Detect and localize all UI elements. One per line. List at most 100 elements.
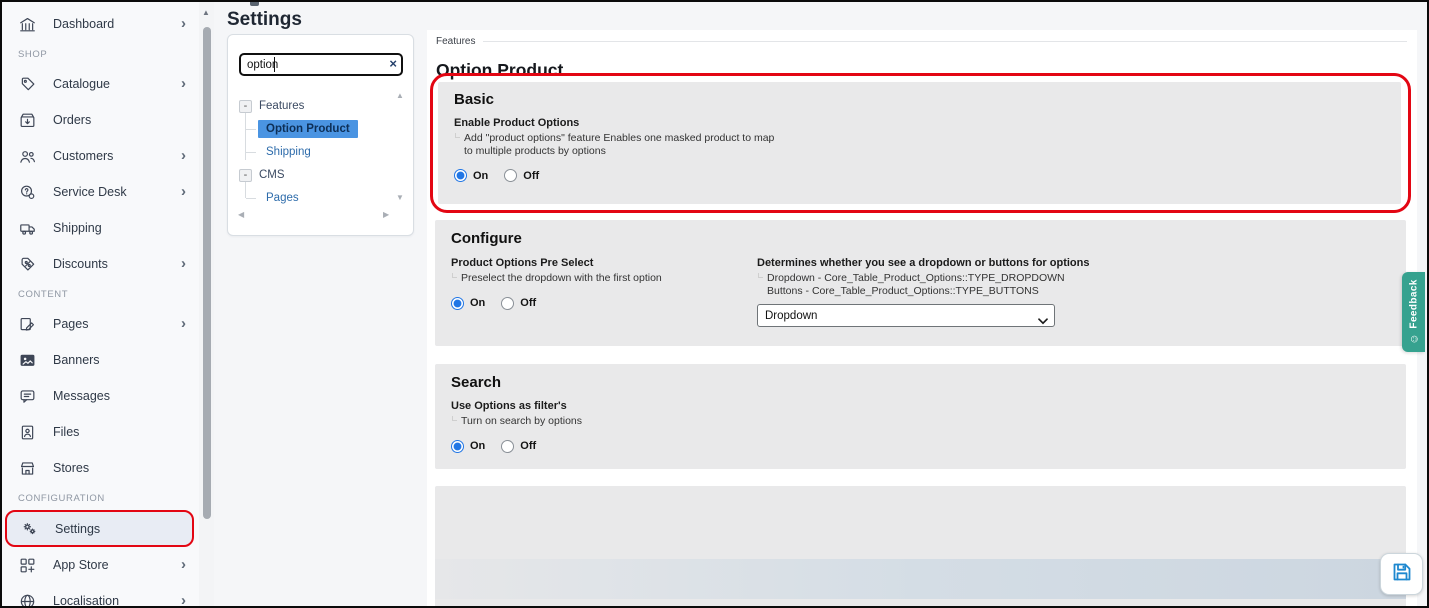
app-store-icon bbox=[18, 556, 37, 575]
tree-scroll-left-icon[interactable]: ◀ bbox=[238, 210, 244, 219]
settings-icon bbox=[20, 519, 39, 538]
localisation-icon bbox=[18, 592, 37, 608]
divider-line bbox=[483, 41, 1407, 42]
indent-tick bbox=[758, 273, 763, 278]
service-desk-icon bbox=[18, 183, 37, 202]
messages-icon bbox=[18, 387, 37, 406]
tree-scroll-up-icon[interactable]: ▲ bbox=[396, 91, 404, 100]
tree-item-cms[interactable]: -CMS bbox=[239, 165, 285, 185]
pages-icon bbox=[18, 315, 37, 334]
catalogue-icon bbox=[18, 75, 37, 94]
sidebar-item-label: Stores bbox=[53, 461, 89, 475]
tree-leaf-label[interactable]: Shipping bbox=[258, 143, 319, 161]
scroll-up-icon[interactable]: ▲ bbox=[202, 8, 210, 17]
sidebar-item-shipping[interactable]: Shipping bbox=[2, 210, 199, 246]
search-section-title: Search bbox=[451, 374, 1390, 391]
description-line: Preselect the dropdown with the first op… bbox=[461, 272, 757, 285]
page-title: Settings bbox=[227, 9, 302, 31]
sidebar-item-label: Banners bbox=[53, 353, 100, 367]
sidebar-item-label: Messages bbox=[53, 389, 110, 403]
stores-icon bbox=[18, 459, 37, 478]
tree-item-shipping[interactable]: Shipping bbox=[258, 142, 319, 162]
tree-group-label[interactable]: Features bbox=[259, 100, 304, 112]
collapse-icon[interactable]: - bbox=[239, 169, 252, 182]
configure-section-title: Configure bbox=[451, 230, 1390, 247]
sidebar-item-dashboard[interactable]: Dashboard › bbox=[2, 6, 199, 42]
chevron-right-icon: › bbox=[181, 75, 186, 92]
tree-connector bbox=[246, 129, 256, 130]
sidebar-item-orders[interactable]: Orders bbox=[2, 102, 199, 138]
sidebar-item-settings[interactable]: Settings bbox=[5, 510, 194, 547]
sidebar-item-messages[interactable]: Messages bbox=[2, 378, 199, 414]
clipped-text-fragment bbox=[250, 2, 259, 6]
radio-off-label[interactable]: Off bbox=[520, 440, 536, 452]
tree-leaf-label[interactable]: Option Product bbox=[258, 120, 358, 138]
sidebar-scrollbar-thumb[interactable] bbox=[203, 27, 211, 519]
sidebar-item-files[interactable]: Files bbox=[2, 414, 199, 450]
dashboard-icon bbox=[18, 15, 37, 34]
sidebar-item-localisation[interactable]: Localisation › bbox=[2, 583, 199, 608]
sidebar-section-heading: SHOP bbox=[18, 49, 199, 61]
tree-connector bbox=[246, 152, 256, 153]
description-line: Buttons - Core_Table_Product_Options::TY… bbox=[767, 285, 1390, 298]
sidebar-item-catalogue[interactable]: Catalogue › bbox=[2, 66, 199, 102]
settings-search-input[interactable] bbox=[239, 53, 403, 76]
radio-off[interactable] bbox=[504, 169, 517, 182]
sidebar-item-banners[interactable]: Banners bbox=[2, 342, 199, 378]
radio-on-label[interactable]: On bbox=[470, 440, 485, 452]
radio-off[interactable] bbox=[501, 297, 514, 310]
feedback-label: Feedback bbox=[1408, 279, 1419, 328]
section-footer-band bbox=[435, 559, 1406, 599]
clear-search-icon[interactable]: × bbox=[389, 56, 397, 71]
chevron-right-icon: › bbox=[181, 15, 186, 32]
sidebar-item-customers[interactable]: Customers› bbox=[2, 138, 199, 174]
tree-group-label[interactable]: CMS bbox=[259, 169, 285, 181]
radio-off-label[interactable]: Off bbox=[520, 297, 536, 309]
sidebar: Dashboard › SHOP Catalogue › Orders Customers›… bbox=[2, 2, 199, 606]
text-cursor bbox=[274, 57, 275, 72]
sidebar-item-label: Pages bbox=[53, 317, 88, 331]
option-type-select[interactable]: Dropdown bbox=[757, 304, 1055, 327]
tree-item-option-product[interactable]: Option Product bbox=[258, 119, 358, 139]
radio-on[interactable] bbox=[451, 297, 464, 310]
fieldset-header: Features bbox=[436, 36, 1407, 47]
sidebar-item-pages[interactable]: Pages › bbox=[2, 306, 199, 342]
radio-on-label[interactable]: On bbox=[473, 170, 488, 182]
tree-leaf-label[interactable]: Pages bbox=[258, 189, 307, 207]
chevron-right-icon: › bbox=[181, 315, 186, 332]
chevron-right-icon: › bbox=[181, 147, 186, 164]
tree-scroll-right-icon[interactable]: ▶ bbox=[383, 210, 389, 219]
radio-on-label[interactable]: On bbox=[470, 297, 485, 309]
sidebar-item-stores[interactable]: Stores bbox=[2, 450, 199, 486]
field-description: Turn on search by options bbox=[461, 415, 1390, 428]
sidebar-scrollbar[interactable]: ▲ bbox=[199, 2, 214, 606]
tree-scroll-down-icon[interactable]: ▼ bbox=[396, 193, 404, 202]
field-description: Preselect the dropdown with the first op… bbox=[461, 272, 757, 285]
files-icon bbox=[18, 423, 37, 442]
sidebar-item-label: Service Desk bbox=[53, 185, 127, 199]
radio-off[interactable] bbox=[501, 440, 514, 453]
sidebar-item-discounts[interactable]: Discounts› bbox=[2, 246, 199, 282]
field-label: Product Options Pre Select bbox=[451, 257, 757, 269]
sidebar-item-label: Orders bbox=[53, 113, 91, 127]
save-button[interactable] bbox=[1380, 553, 1423, 595]
sidebar-item-label: Catalogue bbox=[53, 77, 110, 91]
tree-item-features[interactable]: -Features bbox=[239, 96, 304, 116]
chevron-right-icon: › bbox=[181, 592, 186, 608]
collapse-icon[interactable]: - bbox=[239, 100, 252, 113]
radio-on[interactable] bbox=[454, 169, 467, 182]
sidebar-item-label: Localisation bbox=[53, 594, 119, 608]
orders-icon bbox=[18, 111, 37, 130]
smiley-icon: ☺ bbox=[1408, 334, 1420, 345]
sidebar-item-label: Dashboard bbox=[53, 17, 114, 31]
feedback-tab[interactable]: ☺ Feedback bbox=[1402, 272, 1425, 352]
search-section: Search Use Options as filter's Turn on s… bbox=[435, 364, 1406, 469]
radio-on[interactable] bbox=[451, 440, 464, 453]
sidebar-item-app-store[interactable]: App Store› bbox=[2, 547, 199, 583]
sidebar-item-label: App Store bbox=[53, 558, 109, 572]
discounts-icon bbox=[18, 255, 37, 274]
radio-off-label[interactable]: Off bbox=[523, 170, 539, 182]
sidebar-item-service-desk[interactable]: Service Desk› bbox=[2, 174, 199, 210]
banners-icon bbox=[18, 351, 37, 370]
tree-item-pages[interactable]: Pages bbox=[258, 188, 307, 208]
